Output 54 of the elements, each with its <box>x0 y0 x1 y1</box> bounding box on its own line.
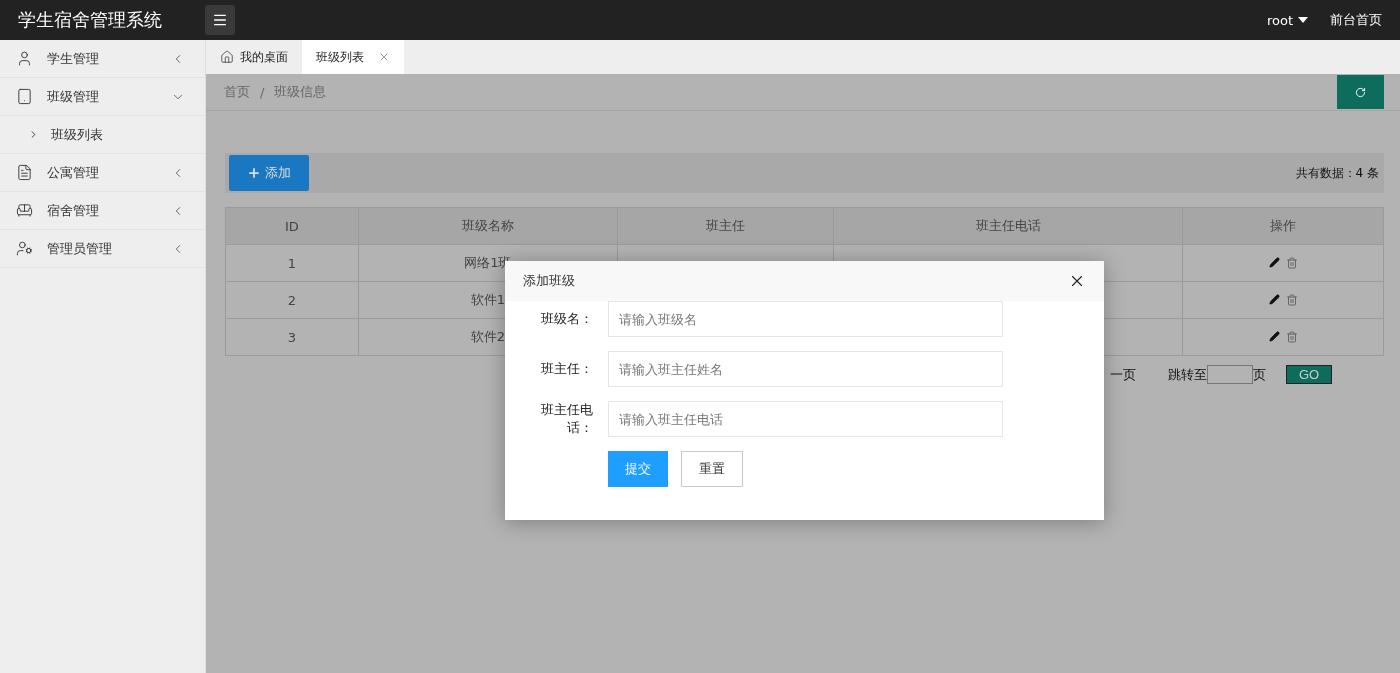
table-cell: 3 <box>225 318 359 356</box>
table-cell: 1 <box>225 244 359 282</box>
reset-button[interactable]: 重置 <box>681 451 743 487</box>
refresh-button[interactable] <box>1337 75 1384 109</box>
sidebar-item[interactable]: 公寓管理 <box>0 154 205 192</box>
pager-text: 跳转至 <box>1168 365 1207 384</box>
column-header: 班级名称 <box>358 207 618 245</box>
frontpage-link[interactable]: 前台首页 <box>1330 11 1382 29</box>
pager-text[interactable]: 一页 <box>1110 365 1136 384</box>
breadcrumb-item: 首页 <box>224 83 250 101</box>
plus-icon <box>247 166 261 180</box>
column-header: 班主任电话 <box>833 207 1183 245</box>
column-header: ID <box>225 207 359 245</box>
total-count: 共有数据：4 条 <box>1295 164 1379 182</box>
trash-icon[interactable] <box>1285 257 1298 269</box>
breadcrumb-item: / <box>260 84 265 100</box>
trash-icon[interactable] <box>1285 294 1298 306</box>
app-title: 学生宿舍管理系统 <box>18 8 163 32</box>
add-button[interactable]: 添加 <box>229 155 309 191</box>
close-icon[interactable] <box>378 51 390 63</box>
breadcrumb-item: 班级信息 <box>274 83 327 101</box>
home-icon <box>220 50 234 64</box>
user-menu[interactable]: root <box>1266 12 1308 28</box>
sidebar-item[interactable]: 宿舍管理 <box>0 192 205 230</box>
edit-icon[interactable] <box>1268 257 1280 268</box>
edit-icon[interactable] <box>1268 294 1280 305</box>
sidebar-subitem[interactable]: 班级列表 <box>0 116 205 154</box>
tab[interactable]: 班级列表 <box>302 40 404 74</box>
sidebar-item[interactable]: 班级管理 <box>0 78 205 116</box>
input-field[interactable]: 请输入班主任姓名 <box>608 351 1003 387</box>
trash-icon[interactable] <box>1285 331 1298 343</box>
tablet-icon <box>16 88 33 105</box>
input-field[interactable]: 请输入班级名 <box>608 301 1003 337</box>
column-header: 班主任 <box>617 207 834 245</box>
sidebar-item[interactable]: 管理员管理 <box>0 230 205 268</box>
menu-icon <box>212 12 228 28</box>
page-input[interactable] <box>1207 365 1253 384</box>
edit-icon[interactable] <box>1268 331 1280 342</box>
document-icon <box>16 164 33 181</box>
user-icon <box>16 50 33 67</box>
sidebar-item[interactable]: 学生管理 <box>0 40 205 78</box>
sofa-icon <box>16 202 33 219</box>
input-field[interactable]: 请输入班主任电话 <box>608 401 1003 437</box>
tab[interactable]: 我的桌面 <box>206 40 302 74</box>
table-cell: 2 <box>225 281 359 319</box>
refresh-icon <box>1355 86 1366 98</box>
go-button[interactable]: GO <box>1286 365 1332 384</box>
pager-text: 页 <box>1253 365 1266 384</box>
field-label: 班主任： <box>540 360 593 378</box>
menu-button[interactable] <box>205 5 235 35</box>
field-label: 班主任电话： <box>540 401 593 437</box>
caret-icon <box>1298 17 1308 23</box>
user-gear-icon <box>16 240 33 257</box>
column-header: 操作 <box>1182 207 1384 245</box>
